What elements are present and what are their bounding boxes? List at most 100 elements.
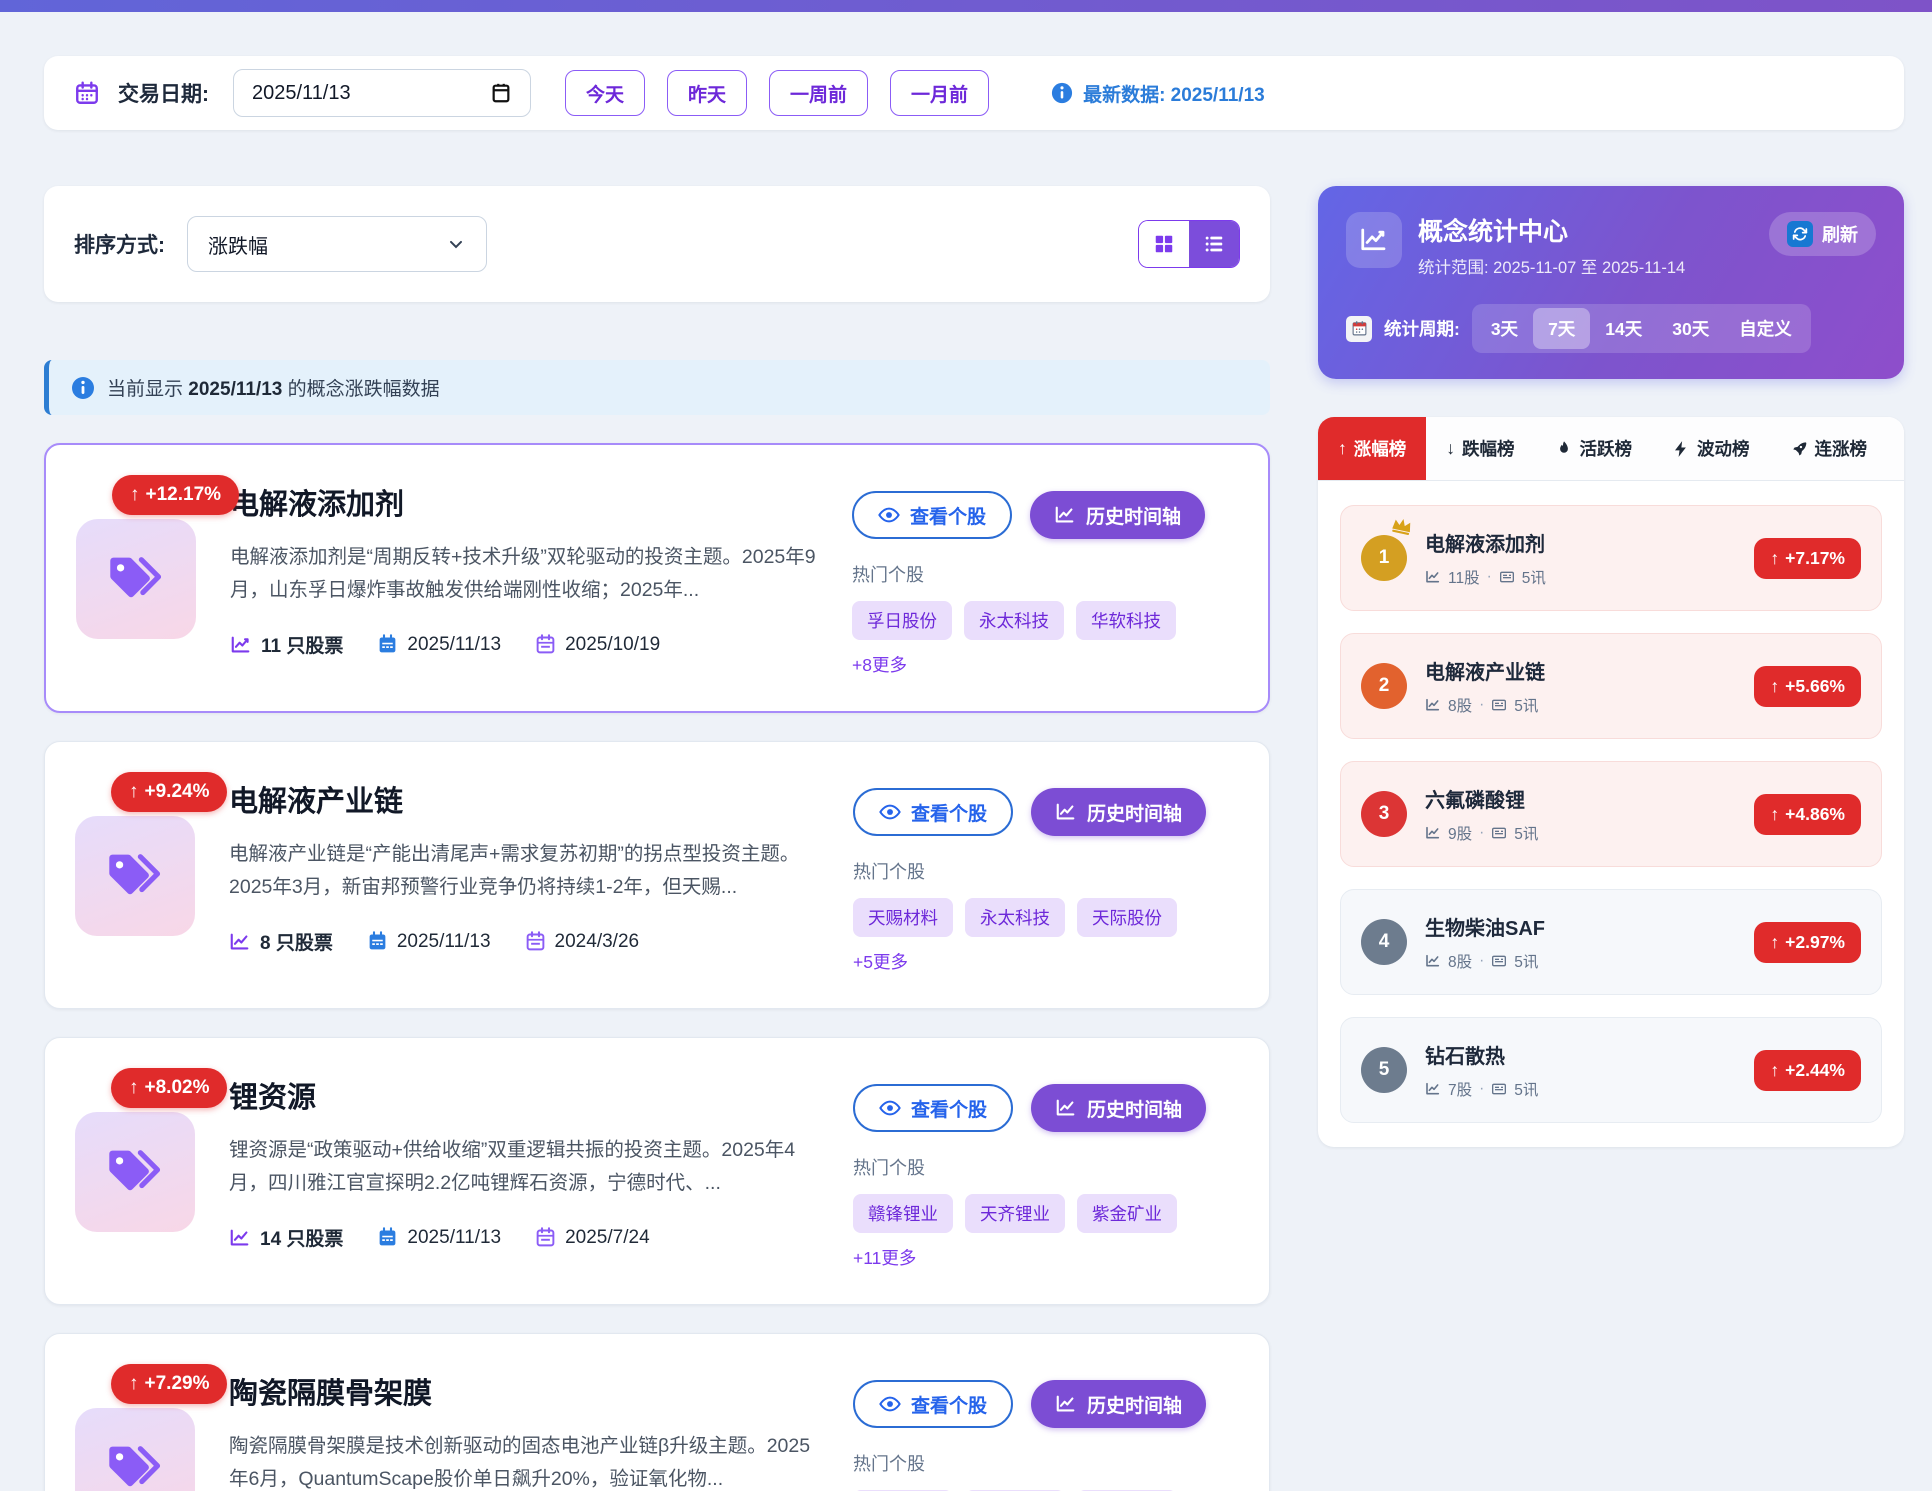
news-icon (1491, 953, 1507, 969)
chart-line-icon (1055, 1097, 1077, 1119)
concept-description: 电解液产业链是“产能出清尾声+需求复苏初期”的拐点型投资主题。2025年3月，新… (229, 838, 823, 904)
eye-icon (879, 801, 901, 823)
rank-badge: 5 (1361, 1047, 1407, 1093)
rank-item[interactable]: 5 钻石散热 7股 5讯 ↑+2.44% (1340, 1017, 1882, 1123)
info-icon (1051, 82, 1073, 104)
period-3d-button[interactable]: 3天 (1476, 308, 1533, 349)
concept-card[interactable]: ↑+8.02% 锂资源 锂资源是“政策驱动+供给收缩”双重逻辑共振的投资主题。2… (44, 1037, 1270, 1305)
hot-stocks-label: 热门个股 (853, 858, 1235, 884)
tag-icon (105, 1142, 165, 1202)
stock-tag[interactable]: 天齐锂业 (965, 1194, 1065, 1233)
stock-count: 8 只股票 (229, 928, 333, 955)
stock-tag[interactable]: 永太科技 (964, 601, 1064, 640)
history-timeline-button[interactable]: 历史时间轴 (1030, 491, 1205, 539)
tab-active[interactable]: 活跃榜 (1535, 417, 1653, 480)
view-stocks-button[interactable]: 查看个股 (853, 1380, 1013, 1428)
date-input[interactable]: 2025/11/13 (233, 69, 531, 117)
date-picker-icon[interactable] (490, 82, 512, 104)
chart-line-icon (1425, 953, 1441, 969)
view-stocks-button[interactable]: 查看个股 (853, 1084, 1013, 1132)
stock-tag[interactable]: 赣锋锂业 (853, 1194, 953, 1233)
concept-card[interactable]: ↑+9.24% 电解液产业链 电解液产业链是“产能出清尾声+需求复苏初期”的拐点… (44, 741, 1270, 1009)
period-30d-button[interactable]: 30天 (1657, 308, 1724, 349)
up-arrow-icon: ↑ (1338, 438, 1347, 459)
up-arrow-icon: ↑ (1770, 804, 1779, 825)
concept-icon-box (75, 1408, 195, 1491)
week-ago-button[interactable]: 一周前 (769, 70, 868, 116)
period-7d-button[interactable]: 7天 (1533, 308, 1590, 349)
tab-volatility[interactable]: 波动榜 (1652, 417, 1770, 480)
more-tags-link[interactable]: +5更多 (853, 949, 908, 974)
tag-icon (105, 846, 165, 906)
tab-streak[interactable]: 连涨榜 (1770, 417, 1888, 480)
tab-gainers[interactable]: ↑ 涨幅榜 (1318, 417, 1426, 480)
eye-icon (879, 1097, 901, 1119)
stock-tag[interactable]: 天际股份 (1077, 898, 1177, 937)
grid-icon (1153, 233, 1175, 255)
concept-title: 电解液产业链 (229, 778, 823, 820)
news-icon (1499, 569, 1515, 585)
chart-line-icon (1055, 801, 1077, 823)
eye-icon (879, 1393, 901, 1415)
rank-change-badge: ↑+2.97% (1754, 922, 1861, 963)
period-14d-button[interactable]: 14天 (1590, 308, 1657, 349)
rank-item[interactable]: 4 生物柴油SAF 8股 5讯 ↑+2. (1340, 889, 1882, 995)
more-tags-link[interactable]: +11更多 (853, 1245, 916, 1270)
chevron-down-icon (446, 234, 466, 254)
news-icon (1491, 825, 1507, 841)
period-label: 统计周期: (1384, 316, 1460, 341)
chart-line-icon (1346, 212, 1402, 268)
period-custom-button[interactable]: 自定义 (1724, 308, 1807, 349)
stock-tag[interactable]: 孚日股份 (852, 601, 952, 640)
concept-card[interactable]: ↑+7.29% 陶瓷隔膜骨架膜 陶瓷隔膜骨架膜是技术创新驱动的固态电池产业链β升… (44, 1333, 1270, 1491)
change-badge: ↑+12.17% (112, 475, 239, 515)
date-filter-card: 交易日期: 2025/11/13 今天 昨天 一周前 一月前 最新数据: 202… (44, 56, 1904, 130)
concept-title: 电解液添加剂 (230, 481, 822, 523)
rank-item[interactable]: 1 电解液添加剂 11股 5讯 (1340, 505, 1882, 611)
trade-date-label: 交易日期: (118, 78, 209, 108)
concept-icon-box (75, 816, 195, 936)
chart-line-icon (1055, 1393, 1077, 1415)
change-badge: ↑+7.29% (111, 1364, 227, 1404)
stock-tag[interactable]: 华软科技 (1076, 601, 1176, 640)
stock-tag[interactable]: 紫金矿业 (1077, 1194, 1177, 1233)
stock-tag[interactable]: 天赐材料 (853, 898, 953, 937)
sort-select[interactable]: 涨跌幅 (187, 216, 487, 272)
chart-line-icon (229, 931, 251, 953)
calendar-blue-icon (377, 1227, 398, 1248)
sort-label: 排序方式: (74, 229, 165, 259)
view-stocks-button[interactable]: 查看个股 (853, 788, 1013, 836)
chart-line-icon (230, 634, 252, 656)
concept-card[interactable]: ↑+12.17% 电解液添加剂 电解液添加剂是“周期反转+技术升级”双轮驱动的投… (44, 443, 1270, 713)
concept-icon-box (75, 1112, 195, 1232)
concept-description: 锂资源是“政策驱动+供给收缩”双重逻辑共振的投资主题。2025年4月，四川雅江官… (229, 1134, 823, 1200)
chart-line-icon (229, 1227, 251, 1249)
rank-change-badge: ↑+5.66% (1754, 666, 1861, 707)
main-column: 排序方式: 涨跌幅 (44, 186, 1270, 1491)
more-tags-link[interactable]: +8更多 (852, 652, 907, 677)
latest-data: 最新数据: 2025/11/13 (1051, 80, 1265, 107)
view-stocks-button[interactable]: 查看个股 (852, 491, 1012, 539)
stock-tag[interactable]: 永太科技 (965, 898, 1065, 937)
history-timeline-button[interactable]: 历史时间轴 (1031, 1380, 1206, 1428)
rank-badge: 4 (1361, 919, 1407, 965)
up-arrow-icon: ↑ (1770, 1060, 1779, 1081)
rank-change-badge: ↑+2.44% (1754, 1050, 1861, 1091)
history-timeline-button[interactable]: 历史时间轴 (1031, 788, 1206, 836)
rank-item[interactable]: 3 六氟磷酸锂 9股 5讯 ↑+4.86 (1340, 761, 1882, 867)
history-timeline-button[interactable]: 历史时间轴 (1031, 1084, 1206, 1132)
tab-losers[interactable]: ↓ 跌幅榜 (1426, 417, 1534, 480)
stock-count: 14 只股票 (229, 1224, 343, 1251)
month-ago-button[interactable]: 一月前 (890, 70, 989, 116)
yesterday-button[interactable]: 昨天 (667, 70, 747, 116)
grid-view-button[interactable] (1139, 221, 1189, 267)
rank-item[interactable]: 2 电解液产业链 8股 5讯 ↑+5.6 (1340, 633, 1882, 739)
up-arrow-icon: ↑ (129, 781, 139, 803)
refresh-button[interactable]: 刷新 (1769, 212, 1876, 256)
ranking-card: ↑ 涨幅榜 ↓ 跌幅榜 活跃榜 波动榜 (1318, 417, 1904, 1147)
list-icon (1203, 233, 1225, 255)
list-view-button[interactable] (1189, 221, 1239, 267)
top-accent-bar (0, 0, 1932, 12)
stats-center-card: 概念统计中心 统计范围: 2025-11-07 至 2025-11-14 刷新 (1318, 186, 1904, 379)
today-button[interactable]: 今天 (565, 70, 645, 116)
